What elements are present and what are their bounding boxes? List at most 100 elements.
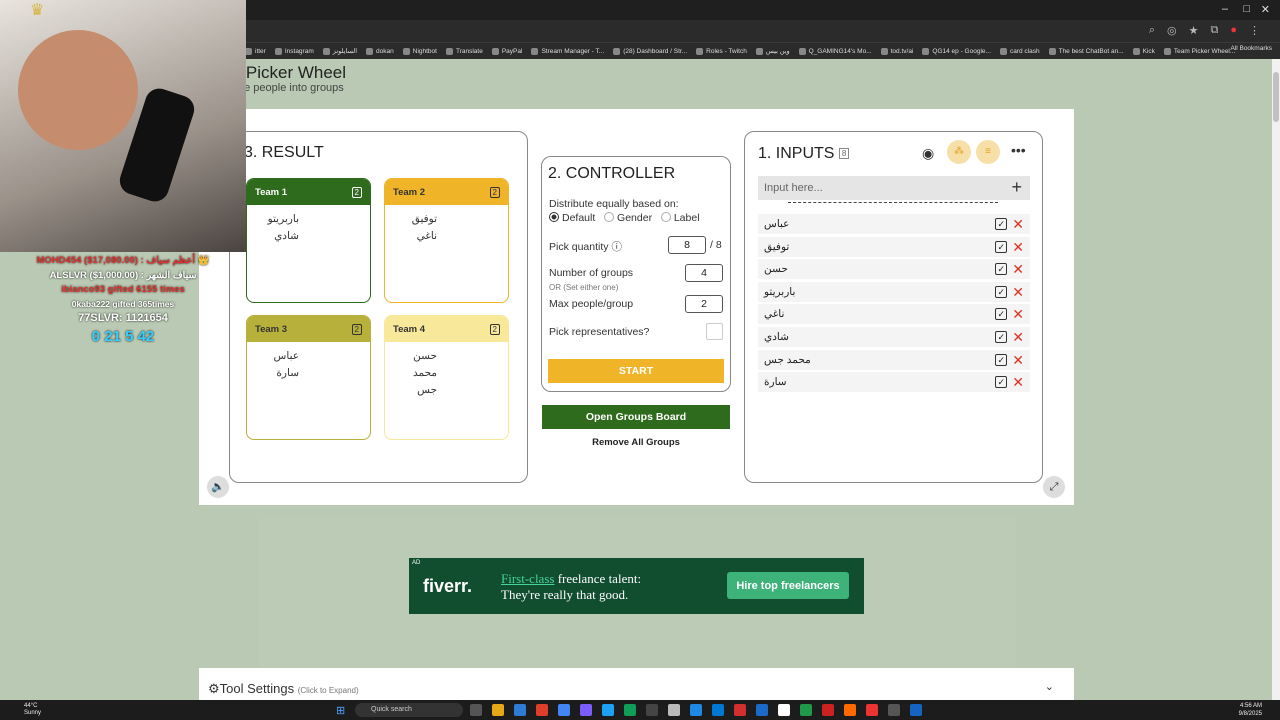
- groups-input[interactable]: 4: [685, 264, 723, 282]
- taskbar-app-icon[interactable]: [910, 704, 922, 716]
- taskbar-app-icon[interactable]: [514, 704, 526, 716]
- close-icon[interactable]: ✕: [1261, 3, 1270, 16]
- eye-slash-icon[interactable]: ◎: [1167, 24, 1177, 37]
- entry-name[interactable]: شادي: [764, 331, 789, 343]
- representatives-checkbox[interactable]: [706, 323, 723, 340]
- bookmark-item[interactable]: tod.tv/ai: [880, 47, 913, 55]
- entry-name[interactable]: توفيق: [764, 241, 789, 253]
- sound-icon[interactable]: 🔈: [207, 476, 229, 498]
- bookmark-item[interactable]: Nightbot: [402, 47, 437, 55]
- all-bookmarks[interactable]: All Bookmarks: [1230, 45, 1272, 52]
- bookmark-item[interactable]: itter: [245, 47, 266, 55]
- taskbar-search[interactable]: Quick search: [355, 703, 463, 717]
- taskbar-app-icon[interactable]: [866, 704, 878, 716]
- taskbar-app-icon[interactable]: [734, 704, 746, 716]
- radio-gender[interactable]: Gender: [604, 212, 652, 224]
- taskbar-app-icon[interactable]: [800, 704, 812, 716]
- delete-icon[interactable]: ✕: [1012, 375, 1024, 389]
- checkbox-icon[interactable]: ✓: [995, 331, 1008, 343]
- bookmark-item[interactable]: Roles - Twitch: [696, 47, 747, 55]
- taskbar-app-icon[interactable]: [536, 704, 548, 716]
- hire-freelancers-button[interactable]: Hire top freelancers: [727, 572, 849, 599]
- checkbox-icon[interactable]: ✓: [995, 308, 1008, 321]
- weather-widget[interactable]: 44°C Sunny: [24, 703, 41, 717]
- shuffle-icon[interactable]: ⁂: [947, 140, 971, 164]
- taskbar-app-icon[interactable]: [558, 704, 570, 716]
- bookmark-item[interactable]: Team Picker Wheel...: [1163, 47, 1235, 55]
- checkbox-icon[interactable]: ✓: [995, 263, 1008, 276]
- delete-icon[interactable]: ✕: [1012, 307, 1024, 321]
- taskbar-app-icon[interactable]: [756, 704, 768, 716]
- radio-label[interactable]: Label: [660, 212, 700, 224]
- taskbar-app-icon[interactable]: [668, 704, 680, 716]
- taskbar-app-icon[interactable]: [888, 704, 900, 716]
- delete-icon[interactable]: ✕: [1012, 217, 1024, 231]
- add-icon[interactable]: +: [1011, 177, 1022, 198]
- bookmark-item[interactable]: Translate: [445, 47, 483, 55]
- pick-quantity-input[interactable]: 8: [668, 236, 706, 254]
- delete-icon[interactable]: ✕: [1012, 353, 1024, 367]
- taskbar-app-icon[interactable]: [646, 704, 658, 716]
- minimize-icon[interactable]: –: [1222, 3, 1228, 15]
- checkbox-icon[interactable]: ✓: [995, 376, 1008, 389]
- delete-icon[interactable]: ✕: [1012, 240, 1024, 254]
- bookmark-item[interactable]: Kick: [1132, 47, 1155, 55]
- taskbar-app-icon[interactable]: [844, 704, 856, 716]
- checkbox-icon[interactable]: ✓: [995, 353, 1008, 366]
- more-icon[interactable]: •••: [1011, 142, 1026, 158]
- radio-default[interactable]: Default: [549, 212, 595, 224]
- fiverr-ad[interactable]: AD fiverr. First-class freelance talent:…: [409, 558, 864, 614]
- profile-icon[interactable]: ●: [1230, 24, 1237, 37]
- bookmark-item[interactable]: The best ChatBot an...: [1048, 47, 1124, 55]
- bookmark-item[interactable]: card clash: [999, 47, 1040, 55]
- entry-name[interactable]: محمد جس: [764, 354, 811, 366]
- sort-icon[interactable]: ≡: [976, 140, 1000, 164]
- taskbar-app-icon[interactable]: [712, 704, 724, 716]
- taskbar-app-icon[interactable]: [624, 704, 636, 716]
- scrollbar[interactable]: [1272, 59, 1280, 700]
- fullscreen-icon[interactable]: ⤢: [1043, 476, 1065, 498]
- entry-name[interactable]: باربريتو: [764, 286, 795, 298]
- start-button[interactable]: START: [548, 359, 724, 383]
- bookmark-item[interactable]: (28) Dashboard / Str...: [613, 47, 687, 55]
- taskbar-app-icon[interactable]: [602, 704, 614, 716]
- bookmark-item[interactable]: Instagram: [274, 47, 314, 55]
- checkbox-icon[interactable]: ✓: [995, 218, 1008, 230]
- delete-icon[interactable]: ✕: [1012, 330, 1024, 344]
- bookmark-item[interactable]: وين بيس: [755, 47, 790, 55]
- bookmark-item[interactable]: dokan: [366, 47, 394, 55]
- maximize-icon[interactable]: □: [1243, 3, 1250, 15]
- bookmark-item[interactable]: السايلونز: [322, 47, 357, 55]
- bookmark-item[interactable]: QG14 ep - Google...: [922, 47, 991, 55]
- clock[interactable]: 4:56 AM 9/8/2025: [1239, 702, 1262, 718]
- entry-name[interactable]: عباس: [764, 218, 789, 230]
- checkbox-icon[interactable]: ✓: [995, 285, 1008, 298]
- bookmark-item[interactable]: Stream Manager - T...: [531, 47, 604, 55]
- taskbar-app-icon[interactable]: [822, 704, 834, 716]
- delete-icon[interactable]: ✕: [1012, 262, 1024, 276]
- taskbar-app-icon[interactable]: [580, 704, 592, 716]
- taskbar-app-icon[interactable]: [470, 704, 482, 716]
- entry-name[interactable]: حسن: [764, 263, 788, 275]
- entry-name[interactable]: ناغي: [764, 308, 784, 320]
- eye-icon[interactable]: ◉: [922, 145, 934, 162]
- taskbar-app-icon[interactable]: [690, 704, 702, 716]
- checkbox-icon[interactable]: ✓: [995, 240, 1008, 253]
- extensions-icon[interactable]: ⧉: [1210, 24, 1218, 37]
- bookmark-item[interactable]: Q_GAMING14's Mo...: [798, 47, 872, 55]
- tool-settings-bar[interactable]: ⚙Tool Settings (Click to Expand) ⌄: [199, 668, 1074, 700]
- chevron-down-icon[interactable]: ⌄: [1045, 680, 1054, 693]
- taskbar-app-icon[interactable]: [492, 704, 504, 716]
- search-icon[interactable]: ⌕: [1149, 24, 1155, 37]
- name-input[interactable]: Input here... +: [758, 176, 1030, 200]
- menu-icon[interactable]: ⋮: [1249, 24, 1260, 37]
- remove-all-groups-button[interactable]: Remove All Groups: [542, 437, 730, 448]
- entry-name[interactable]: سارة: [764, 376, 787, 388]
- open-groups-board-button[interactable]: Open Groups Board: [542, 405, 730, 429]
- taskbar-app-icon[interactable]: [778, 704, 790, 716]
- delete-icon[interactable]: ✕: [1012, 285, 1024, 299]
- star-icon[interactable]: ★: [1189, 24, 1199, 37]
- max-people-input[interactable]: 2: [685, 295, 723, 313]
- windows-start-icon[interactable]: ⊞: [336, 704, 345, 717]
- scrollbar-thumb[interactable]: [1273, 72, 1279, 122]
